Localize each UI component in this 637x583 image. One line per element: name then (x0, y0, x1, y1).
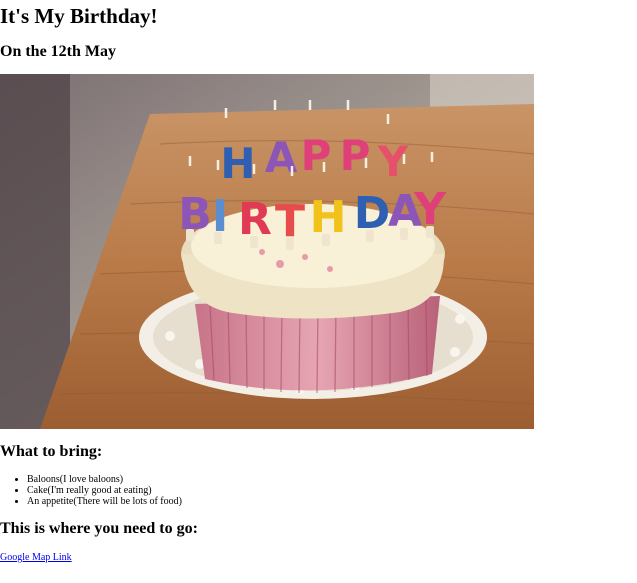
directions-heading: This is where you need to go: (0, 520, 198, 537)
candle-letter: H (220, 139, 255, 188)
what-to-bring-heading: What to bring: (0, 443, 103, 460)
candle-letter: P (340, 131, 371, 180)
list-item: Cake(I'm really good at eating) (27, 485, 182, 496)
page-subtitle: On the 12th May (0, 43, 116, 60)
list-item: Baloons(I love baloons) (27, 474, 182, 485)
page-title: It's My Birthday! (0, 4, 158, 28)
list-item: An appetite(There will be lots of food) (27, 496, 182, 507)
candle-letter: P (301, 131, 332, 180)
page: It's My Birthday! On the 12th May H A P … (0, 0, 637, 583)
bring-list: Baloons(I love baloons) Cake(I'm really … (0, 474, 182, 507)
candle-letter: B (178, 189, 212, 240)
birthday-cake-photo: H A P P Y B I R T H D A Y (0, 74, 534, 429)
google-map-link[interactable]: Google Map Link (0, 552, 72, 564)
